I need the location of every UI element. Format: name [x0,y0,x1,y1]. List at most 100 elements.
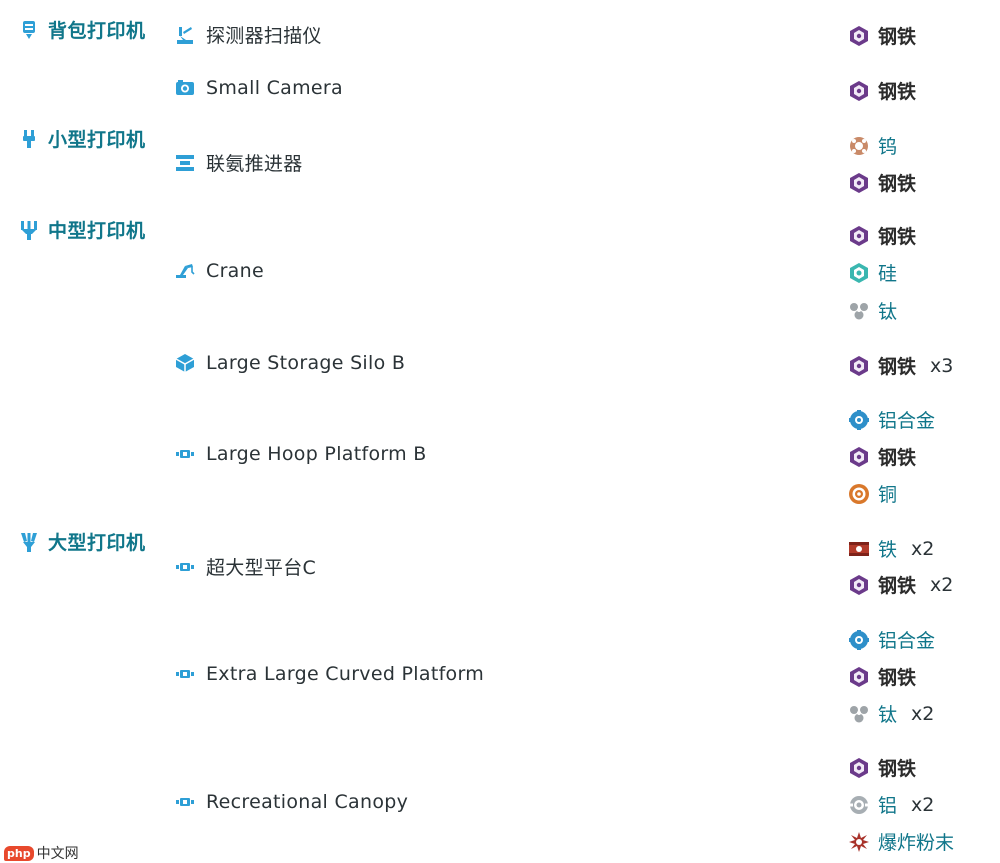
resource-explosive-powder[interactable]: 爆炸粉末 [848,828,954,855]
resource-steel[interactable]: 钢铁 [848,169,916,196]
watermark-text: 中文网 [36,846,79,862]
resource-aluminum[interactable]: 铝 x2 [848,791,934,818]
aluminum-alloy-icon [849,629,869,650]
resource-aluminum-alloy[interactable]: 铝合金 [848,406,935,433]
steel-icon [850,25,868,46]
steel-icon [850,574,868,595]
resource-steel[interactable]: 钢铁 x3 [848,352,953,379]
titanium-icon [850,302,868,319]
camera-icon [176,80,194,95]
resource-name: 钢铁 [878,226,917,248]
item-label: Recreational Canopy [206,791,409,813]
storage-silo-icon [175,354,195,372]
item-label: Large Storage Silo B [206,352,406,374]
probe-scanner-icon [177,26,193,44]
resource-silicon[interactable]: 硅 [848,259,897,286]
iron-icon [849,541,869,556]
resource-titanium[interactable]: 钛 x2 [848,700,934,727]
tungsten-icon [850,136,868,155]
item-hydrazine-thruster[interactable]: 联氨推进器 [174,149,303,176]
aluminum-alloy-icon [849,409,869,430]
platform-icon [176,670,194,678]
steel-icon [850,80,868,101]
item-large-storage-silo-b[interactable]: Large Storage Silo B [174,352,405,374]
small-printer-icon [23,129,35,148]
item-label: Large Hoop Platform B [206,443,427,465]
resource-name: 钢铁 [878,26,917,48]
medium-printer-icon [21,220,37,240]
item-crane[interactable]: Crane [174,260,264,282]
copper-icon [849,483,869,504]
resource-name: 铁 [878,539,898,561]
resource-quantity: x2 [911,702,935,725]
item-label: 超大型平台C [206,557,317,579]
item-large-hoop-platform-b[interactable]: Large Hoop Platform B [174,443,427,465]
resource-quantity: x2 [911,537,935,560]
printer-label: 小型打印机 [48,129,146,151]
watermark-logo: php [4,845,34,861]
resource-name: 钢铁 [878,356,917,378]
resource-quantity: x3 [930,354,954,377]
steel-icon [850,666,868,687]
printer-small[interactable]: 小型打印机 [18,125,146,152]
resource-name: 钢铁 [878,81,917,103]
resource-steel[interactable]: 钢铁 [848,754,916,781]
item-recreational-canopy[interactable]: Recreational Canopy [174,791,408,813]
resource-name: 硅 [878,263,898,285]
resource-tungsten[interactable]: 钨 [848,132,897,159]
printer-medium[interactable]: 中型打印机 [18,216,146,243]
steel-icon [850,355,868,376]
steel-icon [850,757,868,778]
platform-icon [176,798,194,806]
resource-name: 铝合金 [878,630,936,652]
resource-name: 铝合金 [878,410,936,432]
resource-name: 钛 [878,301,898,323]
resource-name: 钢铁 [878,758,917,780]
resource-iron[interactable]: 铁 x2 [848,535,934,562]
item-probe-scanner[interactable]: 探测器扫描仪 [174,21,322,48]
resource-name: 爆炸粉末 [878,832,955,854]
item-label: Crane [206,260,264,282]
resource-steel[interactable]: 钢铁 [848,663,916,690]
resource-name: 钛 [878,704,898,726]
resource-name: 钢铁 [878,575,917,597]
resource-copper[interactable]: 铜 [848,480,897,507]
backpack-printer-icon [23,20,35,39]
resource-steel[interactable]: 钢铁 [848,22,916,49]
resource-steel[interactable]: 钢铁 [848,77,916,104]
steel-icon [850,225,868,246]
resource-quantity: x2 [911,793,935,816]
resource-titanium[interactable]: 钛 [848,297,897,324]
resource-name: 铜 [878,484,898,506]
item-label: Extra Large Curved Platform [206,663,485,685]
crane-icon [176,264,195,278]
printer-label: 中型打印机 [48,220,146,242]
resource-quantity: x2 [930,573,954,596]
resource-name: 铝 [878,795,898,817]
item-label: 联氨推进器 [206,153,303,175]
silicon-icon [850,262,868,283]
resource-aluminum-alloy[interactable]: 铝合金 [848,626,935,653]
item-label: Small Camera [206,77,343,99]
printer-label: 背包打印机 [48,20,146,42]
resource-steel[interactable]: 钢铁 x2 [848,571,953,598]
large-printer-icon [21,532,37,552]
resource-name: 钢铁 [878,667,917,689]
item-extra-large-curved-platform[interactable]: Extra Large Curved Platform [174,663,484,685]
resource-steel[interactable]: 钢铁 [848,222,916,249]
explosive-powder-icon [849,831,869,852]
steel-icon [850,446,868,467]
resource-name: 钨 [878,136,898,158]
printer-label: 大型打印机 [48,532,146,554]
item-extra-large-platform-c[interactable]: 超大型平台C [174,553,316,580]
watermark: php 中文网 [4,843,79,863]
printer-large[interactable]: 大型打印机 [18,528,146,555]
thruster-icon [176,154,194,171]
platform-icon [176,562,194,571]
resource-steel[interactable]: 钢铁 [848,443,916,470]
resource-name: 钢铁 [878,447,917,469]
resource-name: 钢铁 [878,173,917,195]
titanium-icon [850,705,868,722]
item-small-camera[interactable]: Small Camera [174,77,343,99]
printer-backpack[interactable]: 背包打印机 [18,16,146,43]
